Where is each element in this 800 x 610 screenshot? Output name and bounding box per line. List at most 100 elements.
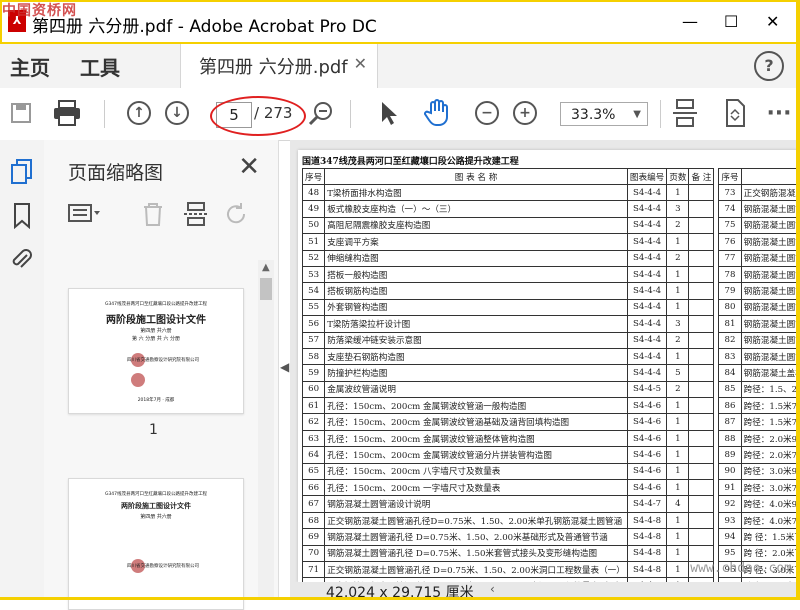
- table-row: 50高阻尼隔震橡胶支座构造图S4-4-4275钢筋混凝土圆管涵孔径0.75米斜管…: [303, 217, 800, 233]
- rotate-page-icon: [224, 202, 248, 231]
- drawing-code: S4-4-6: [627, 463, 666, 479]
- drawing-code: S4-4-6: [627, 447, 666, 463]
- more-tools-icon[interactable]: ···: [764, 98, 794, 128]
- row-number: 59: [303, 365, 325, 381]
- thumbnail-options-icon[interactable]: [68, 202, 102, 229]
- maximize-button[interactable]: ☐: [724, 12, 738, 31]
- page-count: 1: [667, 480, 689, 496]
- next-page-icon[interactable]: ↓: [162, 98, 192, 128]
- drawing-code: S4-4-8: [627, 512, 666, 528]
- remark-cell: [689, 447, 714, 463]
- document-view[interactable]: 国道347线茂县两河口至红藏壤口段公路提升改建工程 序号图 表 名 称图表编号页…: [290, 140, 800, 600]
- row-number: 87: [719, 414, 741, 430]
- close-tab-button[interactable]: ✕: [354, 54, 367, 73]
- drawing-title: 板式橡胶支座构造（一）～（三）: [325, 201, 628, 217]
- column-header: 页数: [667, 169, 689, 185]
- row-number: 63: [303, 430, 325, 446]
- minimize-button[interactable]: —: [682, 12, 698, 31]
- row-number: 50: [303, 217, 325, 233]
- page-count: 1: [667, 299, 689, 315]
- drawing-title: 钢筋混凝土圆管涵孔径1.50米直管节: [741, 234, 800, 250]
- drawing-title: 跨径：2.0米74cm宽盖板钢筋构造图: [741, 447, 800, 463]
- table-row: 61孔径：150cm、200cm 金属钢波纹管涵一般构造图S4-4-6186跨径…: [303, 398, 800, 414]
- remark-cell: [689, 217, 714, 233]
- row-number: 88: [719, 430, 741, 446]
- select-cursor-icon[interactable]: [374, 98, 404, 128]
- thumbnail-scrollbar[interactable]: ▲: [258, 260, 274, 600]
- scrollbar-thumb[interactable]: [260, 278, 272, 300]
- drawing-code: S4-4-8: [627, 545, 666, 561]
- drawing-title: 跨径：2.0米99cm宽盖板钢筋构造图: [741, 430, 800, 446]
- drawing-title: T梁防落梁拉杆设计图: [325, 316, 628, 332]
- tab-document[interactable]: 第四册 六分册.pdf ✕: [180, 44, 378, 89]
- page-count: 5: [667, 365, 689, 381]
- drawing-code: S4-4-8: [627, 561, 666, 577]
- zoom-marquee-icon[interactable]: [306, 98, 336, 128]
- save-icon[interactable]: [6, 98, 36, 128]
- attachment-icon[interactable]: [8, 246, 36, 274]
- drawing-code: S4-4-4: [627, 348, 666, 364]
- tab-tools[interactable]: 工具: [80, 52, 120, 81]
- page-count: 3: [667, 316, 689, 332]
- zoom-level-select[interactable]: 33.3% ▼: [560, 102, 648, 126]
- table-row: 59防撞护栏构造图S4-4-4584钢筋混凝土盖板涵设计说明: [303, 365, 800, 381]
- previous-page-icon[interactable]: ↑: [124, 98, 154, 128]
- zoom-in-icon[interactable]: +: [510, 98, 540, 128]
- table-row: 63孔径：150cm、200cm 金属钢波纹管涵整体管构造图S4-4-6188跨…: [303, 430, 800, 446]
- table-row: 70钢筋混凝土圆管涵孔径 D=0.75米、1.50米套管式接头及变形缝构造图S4…: [303, 545, 800, 561]
- table-row: 49板式橡胶支座构造（一）～（三）S4-4-4374钢筋混凝土圆管涵孔径0.75…: [303, 201, 800, 217]
- drawing-title: 正交钢筋混凝土圆管涵孔径 D=0.75米: [741, 185, 800, 201]
- close-window-button[interactable]: ✕: [766, 12, 779, 31]
- drawing-title: 跨径：1.5、2.0、3.0、4.0米一般构: [741, 381, 800, 397]
- row-number: 67: [303, 496, 325, 512]
- hand-tool-icon[interactable]: [422, 98, 452, 128]
- thumb-org: 四川省交通勘察设计研究院有限公司: [69, 357, 243, 363]
- rotate-view-icon[interactable]: [720, 98, 750, 128]
- row-number: 81: [719, 316, 741, 332]
- remark-cell: [689, 316, 714, 332]
- drawing-title: 跨径：4.0米74cm宽盖板钢筋构造图: [741, 512, 800, 528]
- thumbnail-page-number: 1: [149, 422, 158, 438]
- scroll-up-arrow-icon[interactable]: ▲: [262, 262, 270, 273]
- row-number: 68: [303, 512, 325, 528]
- remark-cell: [689, 234, 714, 250]
- document-header: 国道347线茂县两河口至红藏壤口段公路提升改建工程: [302, 154, 519, 167]
- remark-cell: [689, 283, 714, 299]
- page-thumbnail-2[interactable]: G347线茂县两河口至红藏壤口段公路提升改建工程 两阶段施工图设计文件 第四册 …: [68, 478, 244, 610]
- tab-home[interactable]: 主页: [10, 52, 50, 81]
- menu-row: 主页 工具 ?: [0, 44, 800, 89]
- insert-page-icon[interactable]: [184, 202, 208, 231]
- zoom-out-icon[interactable]: −: [472, 98, 502, 128]
- column-header: 图表编号: [627, 169, 666, 185]
- drawing-title: 钢筋混凝土圆管涵孔径 D=0.75米、1.50米套管式接头及变形缝构造图: [325, 545, 628, 561]
- bookmark-icon[interactable]: [8, 202, 36, 230]
- remark-cell: [689, 365, 714, 381]
- table-row: 48T梁桥面排水构造图S4-4-4173正交钢筋混凝土圆管涵孔径 D=0.75米: [303, 185, 800, 201]
- page-thumbnails-panel: 页面缩略图 ✕ G347线茂县两河口至红藏壤口段公路提升改建工程 两阶段施工图设…: [44, 140, 279, 600]
- remark-cell: [689, 332, 714, 348]
- drawing-index-table: 序号图 表 名 称图表编号页数备 注序号图 表 名 48T梁桥面排水构造图S4-…: [302, 168, 800, 582]
- close-panel-button[interactable]: ✕: [238, 152, 260, 182]
- row-number: 74: [719, 201, 741, 217]
- row-number: 57: [303, 332, 325, 348]
- row-number: 78: [719, 266, 741, 282]
- drawing-code: S4-4-4: [627, 217, 666, 233]
- row-number: 94: [719, 529, 741, 545]
- drawing-title: 钢筋混凝土盖板涵设计说明: [741, 365, 800, 381]
- page-thumbnail-1[interactable]: G347线茂县两河口至红藏壤口段公路提升改建工程 两阶段施工图设计文件 第四册 …: [68, 288, 244, 414]
- drawing-code: S4-4-4: [627, 250, 666, 266]
- page-count: 2: [667, 332, 689, 348]
- page-thumbnails-icon[interactable]: [8, 158, 36, 186]
- print-icon[interactable]: [52, 98, 82, 128]
- fit-page-icon[interactable]: [670, 98, 700, 128]
- drawing-title: 跨 径：2.0米下部构造尺寸表(L0=: [741, 545, 800, 561]
- remark-cell: [689, 414, 714, 430]
- row-number: 54: [303, 283, 325, 299]
- column-header: 备 注: [689, 169, 714, 185]
- table-row: 55外套钢管构造图S4-4-4180钢筋混凝土圆管涵孔径2.01米直管节: [303, 299, 800, 315]
- help-icon[interactable]: ?: [754, 51, 784, 81]
- drawing-title: 高阻尼隔震橡胶支座构造图: [325, 217, 628, 233]
- row-number: 86: [719, 398, 741, 414]
- scroll-left-arrow-icon[interactable]: ‹: [490, 582, 495, 596]
- thumb-date: 2018年7月 · 成都: [69, 397, 243, 403]
